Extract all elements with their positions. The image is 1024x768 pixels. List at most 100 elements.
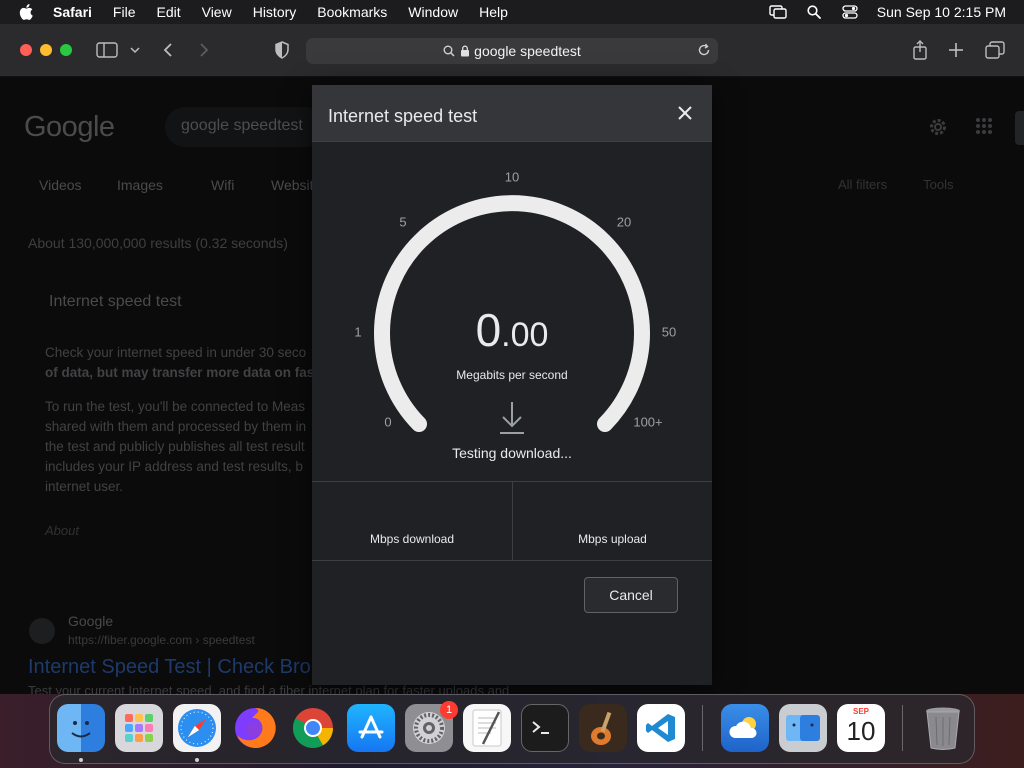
- card-paragraph-line: shared with them and processed by them i…: [45, 419, 307, 434]
- avatar[interactable]: [1015, 111, 1024, 145]
- card-paragraph-line: Check your internet speed in under 30 se…: [45, 345, 307, 360]
- cancel-button[interactable]: Cancel: [584, 577, 678, 613]
- textedit-icon[interactable]: [463, 704, 511, 752]
- address-bar[interactable]: google speedtest: [306, 38, 718, 64]
- result-url[interactable]: https://fiber.google.com › speedtest: [68, 633, 255, 647]
- forward-arrow-icon[interactable]: [198, 40, 210, 60]
- launchpad-icon[interactable]: [115, 704, 163, 752]
- dock-separator: [902, 705, 903, 751]
- card-paragraph-line: internet user.: [45, 479, 124, 494]
- menu-bookmarks[interactable]: Bookmarks: [317, 4, 387, 20]
- dialog-title: Internet speed test: [328, 106, 478, 126]
- menu-clock[interactable]: Sun Sep 10 2:15 PM: [877, 4, 1006, 20]
- settings-gear-icon[interactable]: [928, 117, 948, 142]
- migration-assistant-icon[interactable]: [779, 704, 827, 752]
- about-link[interactable]: About: [45, 523, 79, 538]
- menu-bar: Safari File Edit View History Bookmarks …: [0, 0, 1024, 24]
- tab-overview-icon[interactable]: [985, 40, 1005, 60]
- address-text: google speedtest: [474, 43, 581, 59]
- menu-help[interactable]: Help: [479, 4, 508, 20]
- menu-window[interactable]: Window: [408, 4, 458, 20]
- upload-label: Mbps upload: [578, 532, 647, 546]
- lock-icon: [460, 45, 470, 57]
- upload-result: Mbps upload: [512, 482, 712, 560]
- new-tab-icon[interactable]: [948, 40, 964, 60]
- running-indicator: [79, 758, 83, 762]
- result-stats: About 130,000,000 results (0.32 seconds): [28, 235, 288, 251]
- google-favicon-icon: [29, 618, 55, 644]
- minimize-window-button[interactable]: [40, 44, 52, 56]
- download-label: Mbps download: [369, 532, 455, 546]
- firefox-icon[interactable]: [231, 704, 279, 752]
- speedtest-card-title: Internet speed test: [49, 293, 182, 310]
- gauge-tick: 5: [399, 214, 407, 230]
- download-result: Mbps download: [312, 482, 512, 560]
- finder-icon[interactable]: [57, 704, 105, 752]
- result-site-name: Google: [68, 613, 114, 629]
- search-tabs: Videos Images Wifi Website: [39, 177, 321, 193]
- menu-file[interactable]: File: [113, 4, 136, 20]
- zoom-window-button[interactable]: [60, 44, 72, 56]
- card-paragraph-line: the test and publicly publishes all test…: [45, 439, 305, 454]
- browser-toolbar: google speedtest: [0, 24, 1024, 77]
- card-paragraph-line: To run the test, you'll be connected to …: [45, 399, 305, 414]
- control-center-icon[interactable]: [841, 4, 859, 20]
- apple-menu-icon[interactable]: [19, 4, 33, 20]
- menu-history[interactable]: History: [253, 4, 297, 20]
- screen-mirroring-icon[interactable]: [769, 4, 787, 20]
- google-logo: Google: [24, 111, 115, 143]
- speed-value: 0.00: [312, 303, 712, 357]
- tab-images[interactable]: Images: [117, 177, 211, 193]
- speed-unit: Megabits per second: [456, 368, 568, 382]
- menu-edit[interactable]: Edit: [156, 4, 180, 20]
- menu-app-safari[interactable]: Safari: [53, 4, 92, 20]
- notification-badge: 1: [440, 701, 458, 719]
- dock: 1 SEP 10: [49, 694, 975, 764]
- terminal-icon[interactable]: [521, 704, 569, 752]
- download-arrow-icon: [500, 400, 524, 441]
- dialog-header: Internet speed test: [312, 85, 712, 142]
- trash-icon[interactable]: [919, 704, 967, 752]
- speed-test-dialog: Internet speed test 0 1 5 10 20 50 100+ …: [312, 85, 712, 685]
- test-status: Testing download...: [452, 445, 572, 461]
- gauge-tick: 0: [384, 414, 392, 430]
- result-title-link[interactable]: Internet Speed Test | Check Bro: [28, 656, 311, 679]
- reload-icon[interactable]: [697, 43, 711, 60]
- speed-decimal: .00: [501, 316, 549, 354]
- chevron-down-icon[interactable]: [130, 40, 140, 60]
- tab-wifi[interactable]: Wifi: [211, 177, 271, 193]
- privacy-shield-icon[interactable]: [274, 40, 290, 60]
- gauge-tick: 20: [616, 214, 632, 230]
- menu-view[interactable]: View: [202, 4, 232, 20]
- vscode-icon[interactable]: [637, 704, 685, 752]
- share-icon[interactable]: [912, 40, 928, 60]
- speed-integer: 0: [475, 304, 502, 356]
- app-store-icon[interactable]: [347, 704, 395, 752]
- all-filters-button[interactable]: All filters: [838, 177, 887, 192]
- gauge-tick: 100+: [633, 414, 663, 430]
- close-window-button[interactable]: [20, 44, 32, 56]
- close-icon[interactable]: [674, 102, 696, 124]
- calendar-month: SEP: [852, 707, 869, 716]
- system-settings-icon[interactable]: 1: [405, 701, 458, 752]
- dock-separator: [702, 705, 703, 751]
- gauge-tick: 10: [504, 169, 520, 185]
- chrome-icon[interactable]: [289, 704, 337, 752]
- safari-icon[interactable]: [173, 704, 221, 752]
- search-icon: [443, 45, 455, 57]
- search-tools: All filters Tools: [838, 177, 953, 192]
- garageband-icon[interactable]: [579, 704, 627, 752]
- card-paragraph-line: includes your IP address and test result…: [45, 459, 303, 474]
- apps-grid-icon[interactable]: [975, 117, 993, 140]
- sidebar-toggle-icon[interactable]: [96, 40, 118, 60]
- back-arrow-icon[interactable]: [162, 40, 174, 60]
- card-paragraph-line: of data, but may transfer more data on f…: [45, 365, 319, 380]
- calendar-day: 10: [846, 716, 876, 746]
- running-indicator: [195, 758, 199, 762]
- weather-icon[interactable]: [721, 704, 769, 752]
- tools-button[interactable]: Tools: [923, 177, 953, 192]
- tab-videos[interactable]: Videos: [39, 177, 117, 193]
- calendar-icon[interactable]: SEP 10: [837, 704, 885, 752]
- search-input[interactable]: google speedtest: [165, 107, 325, 147]
- search-icon[interactable]: [805, 4, 823, 20]
